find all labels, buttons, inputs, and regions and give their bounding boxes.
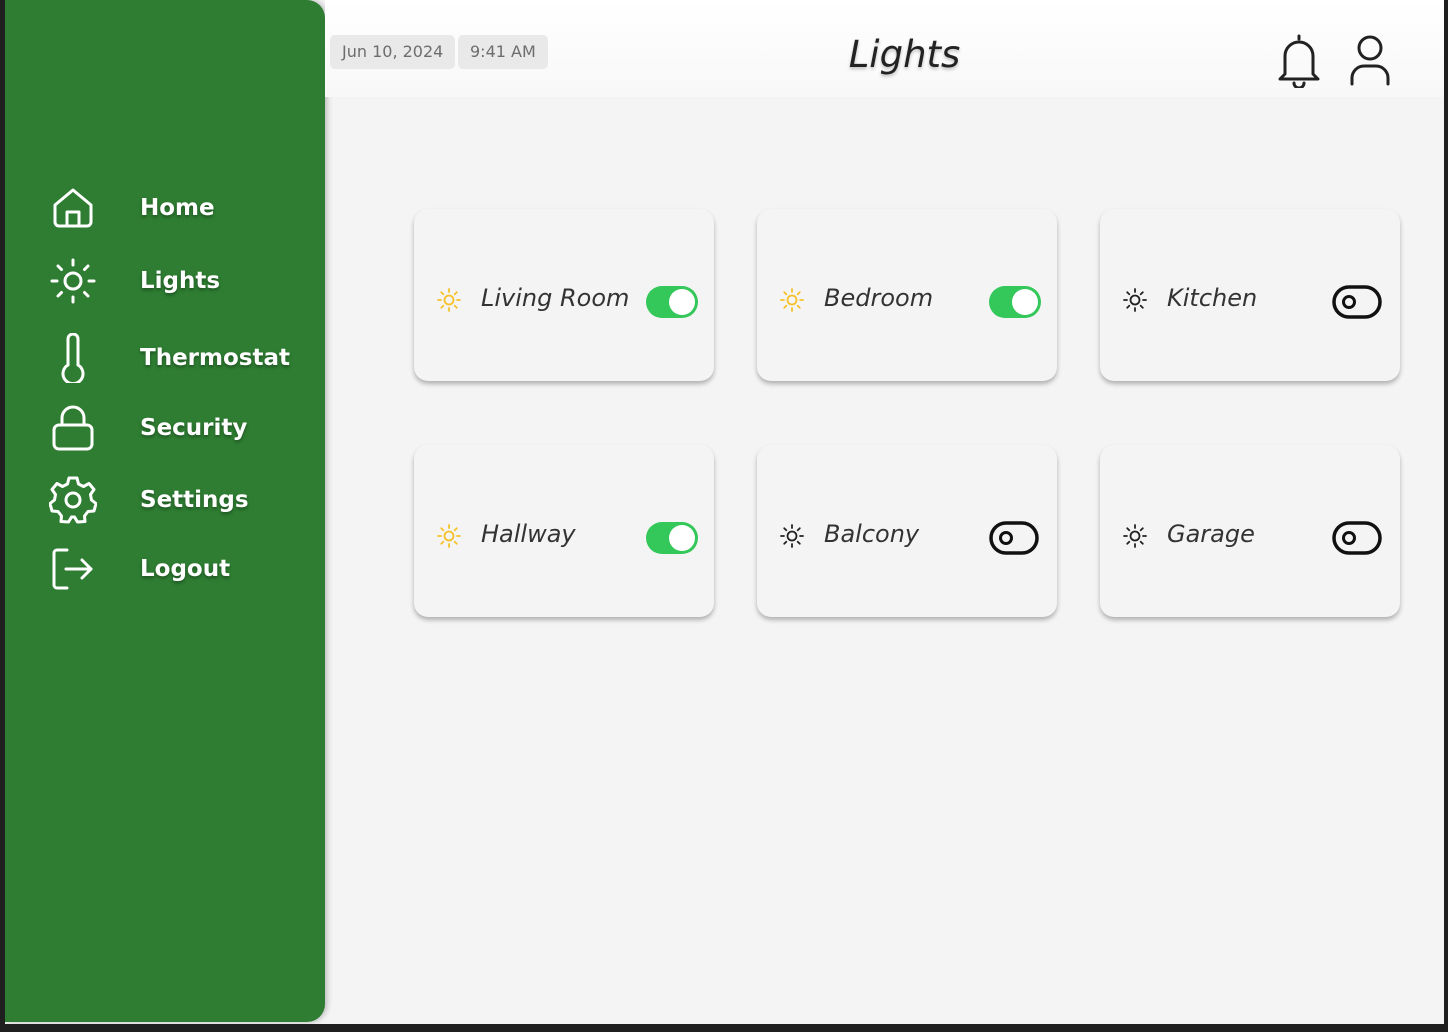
light-card: Kitchen [1100,209,1400,381]
sun-icon [1122,287,1148,313]
light-card-label: Balcony [824,520,920,548]
sun-icon [779,523,805,549]
sidebar-item-label: Thermostat [140,345,290,371]
logout-icon [49,545,97,593]
sidebar-item-thermostat[interactable]: Thermostat [5,330,325,386]
sun-icon [1122,523,1148,549]
toggle-switch-off[interactable] [1332,285,1382,319]
light-card: Living Room [414,209,714,381]
light-card-label: Bedroom [824,284,934,312]
sidebar-item-label: Home [140,195,215,221]
sun-icon [436,523,462,549]
sidebar-item-label: Lights [140,268,221,294]
sidebar-item-label: Logout [140,556,231,582]
light-card-label: Garage [1167,520,1255,548]
home-icon [49,184,97,232]
sidebar-item-home[interactable]: Home [5,180,325,236]
light-card-label: Kitchen [1167,284,1258,312]
lock-icon [49,404,97,452]
sidebar: Home Lights Thermostat Security Settings… [5,0,325,1022]
user-icon[interactable] [1346,32,1394,88]
toggle-switch-off[interactable] [1332,521,1382,555]
gear-icon [49,476,97,524]
light-card: Bedroom [757,209,1057,381]
bell-icon[interactable] [1275,32,1323,90]
sun-icon [779,287,805,313]
sidebar-item-settings[interactable]: Settings [5,472,325,528]
light-card: Hallway [414,445,714,617]
sun-icon [436,287,462,313]
sidebar-item-label: Security [140,415,248,441]
toggle-switch-off[interactable] [989,521,1039,555]
toggle-switch-on[interactable] [646,522,698,554]
light-card: Balcony [757,445,1057,617]
header: Jun 10, 2024 9:41 AM Lights [325,0,1444,97]
thermometer-icon [49,333,97,383]
sun-icon [49,257,97,305]
light-card: Garage [1100,445,1400,617]
toggle-switch-on[interactable] [989,286,1041,318]
sidebar-item-security[interactable]: Security [5,400,325,456]
light-card-label: Hallway [481,520,576,548]
sidebar-item-logout[interactable]: Logout [5,541,325,597]
toggle-switch-on[interactable] [646,286,698,318]
sidebar-item-label: Settings [140,487,249,513]
light-card-label: Living Room [481,284,630,312]
sidebar-item-lights[interactable]: Lights [5,253,325,309]
app-window: Home Lights Thermostat Security Settings… [5,0,1444,1024]
